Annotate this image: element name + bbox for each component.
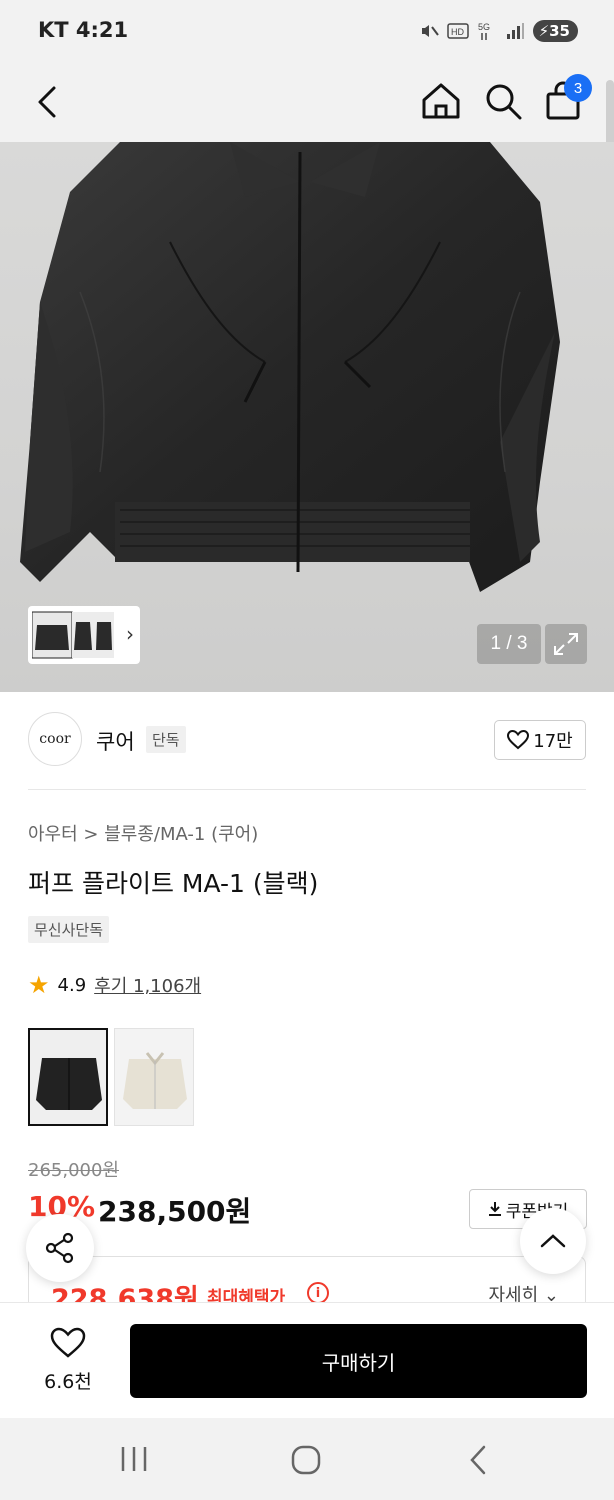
ivory-jacket-thumbnail — [115, 1029, 193, 1125]
original-price: 265,000원 — [28, 1160, 119, 1181]
color-option-black[interactable] — [28, 1028, 108, 1126]
mute-icon — [421, 25, 439, 37]
svg-text:HD: HD — [451, 27, 464, 37]
wish-count: 6.6천 — [44, 1371, 92, 1393]
search-icon — [486, 84, 522, 120]
chevron-left-icon — [38, 86, 56, 118]
exclusive-badge: 단독 — [146, 726, 186, 753]
breadcrumb[interactable]: 아우터 > 블루종/MA-1 (쿠어) — [28, 820, 258, 846]
status-bar: KT 4:21 HD 5G ⚡35 — [0, 0, 614, 64]
detail-label: 자세히 — [488, 1285, 539, 1302]
home-button[interactable] — [418, 78, 464, 124]
chevron-down-icon: ⌄ — [543, 1285, 559, 1302]
info-icon[interactable]: i — [307, 1282, 329, 1302]
5g-icon: 5G — [478, 22, 490, 40]
detail-toggle[interactable]: 자세히 ⌄ — [488, 1281, 559, 1302]
max-benefit-box[interactable]: 228,638원 최대혜택가 i 자세히 ⌄ — [28, 1256, 586, 1302]
top-bar: 3 — [0, 64, 614, 142]
max-benefit-label: 최대혜택가 — [207, 1288, 286, 1302]
star-icon: ★ — [28, 971, 50, 999]
scroll-top-button[interactable] — [520, 1208, 586, 1274]
rating-value: 4.9 — [57, 974, 87, 996]
heart-icon — [50, 1327, 86, 1358]
brand-name[interactable]: 쿠어 — [96, 726, 135, 756]
recent-apps-icon[interactable] — [118, 1444, 150, 1474]
thumbnail-images — [32, 611, 114, 659]
color-option-ivory[interactable] — [114, 1028, 194, 1126]
review-count-link[interactable]: 후기 1,106개 — [94, 972, 201, 998]
chevron-up-icon — [540, 1234, 566, 1248]
download-icon — [488, 1202, 501, 1216]
buy-button[interactable]: 구매하기 — [130, 1324, 587, 1398]
brand-like-button[interactable]: 17만 — [494, 720, 586, 760]
chevron-right-icon: › — [126, 622, 134, 646]
cart-button[interactable]: 3 — [540, 74, 592, 124]
hd-icon: HD — [446, 23, 469, 39]
image-thumbnail-strip[interactable]: › — [28, 606, 140, 664]
brand-row: coor 쿠어 단독 17만 — [28, 692, 586, 790]
image-counter: 1 / 3 — [477, 624, 541, 664]
signal-icon — [506, 23, 524, 39]
brand-logo[interactable]: coor — [28, 712, 82, 766]
battery-level: 35 — [549, 22, 570, 40]
purchase-bar: 6.6천 구매하기 — [0, 1302, 614, 1418]
battery-icon: ⚡35 — [532, 20, 578, 42]
back-button[interactable] — [28, 80, 68, 124]
product-image-gallery[interactable]: › 1 / 3 — [0, 142, 614, 692]
expand-icon — [554, 633, 578, 655]
color-options — [28, 1028, 194, 1126]
home-nav-icon[interactable] — [290, 1445, 322, 1475]
system-nav-bar — [0, 1418, 614, 1500]
search-button[interactable] — [480, 78, 526, 124]
black-jacket-thumbnail — [30, 1030, 106, 1124]
wishlist-button[interactable]: 6.6천 — [28, 1327, 108, 1394]
product-title: 퍼프 플라이트 MA-1 (블랙) — [28, 869, 319, 898]
musinsa-exclusive-tag: 무신사단독 — [28, 916, 110, 943]
expand-button[interactable] — [545, 624, 587, 664]
max-benefit-price: 228,638원 — [51, 1284, 199, 1302]
rating-row[interactable]: ★ 4.9 후기 1,106개 — [28, 972, 201, 998]
cart-count-badge: 3 — [564, 74, 592, 102]
carrier-time: KT 4:21 — [38, 18, 129, 42]
heart-icon — [507, 730, 530, 750]
home-icon — [422, 83, 460, 119]
back-nav-icon[interactable] — [464, 1444, 494, 1476]
svg-text:5G: 5G — [478, 22, 490, 32]
sale-price: 238,500원 — [98, 1195, 252, 1228]
status-icons: HD 5G ⚡35 — [419, 20, 578, 42]
brand-like-count: 17만 — [533, 731, 573, 752]
share-button[interactable] — [26, 1214, 94, 1282]
share-icon — [45, 1232, 74, 1264]
